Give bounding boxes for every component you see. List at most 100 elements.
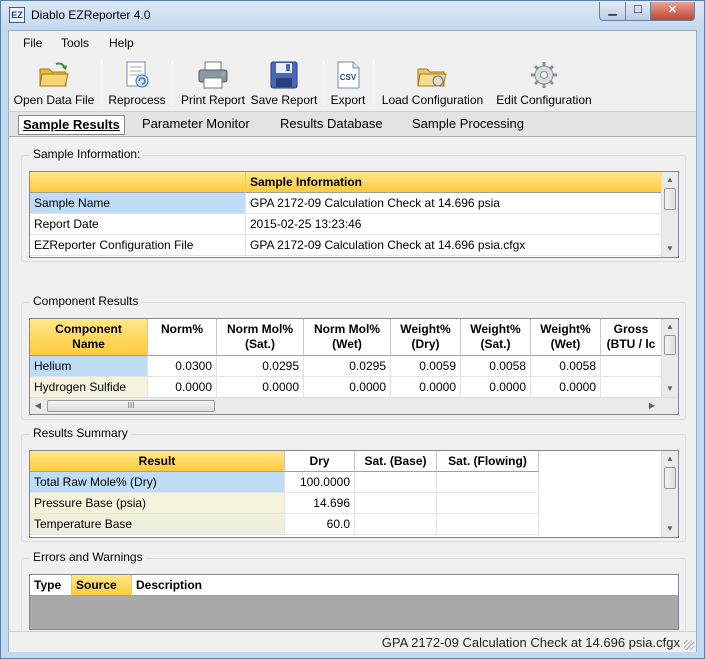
menu-tools[interactable]: Tools: [61, 36, 89, 50]
table-cell[interactable]: [355, 472, 437, 493]
menu-file[interactable]: File: [23, 36, 42, 50]
export-button[interactable]: CSV Export: [327, 57, 369, 109]
scroll-down-arrow-icon[interactable]: ▼: [662, 381, 678, 397]
table-cell[interactable]: 0.0300: [148, 356, 217, 377]
load-configuration-button[interactable]: Load Configuration: [379, 57, 486, 109]
weight-sat-header[interactable]: Weight% (Sat.): [461, 319, 531, 356]
sample-information-title: Sample Information:: [30, 147, 144, 161]
table-cell[interactable]: 14.696: [285, 493, 355, 514]
report-date-value[interactable]: 2015-02-25 13:23:46: [246, 214, 662, 235]
title-bar[interactable]: EZ Diablo EZReporter 4.0 ▁ ☐ ✕: [1, 1, 704, 30]
tab-bar: Sample Results Parameter Monitor Results…: [9, 111, 696, 137]
table-cell[interactable]: [355, 514, 437, 535]
table-cell[interactable]: [355, 493, 437, 514]
errors-warnings-grid[interactable]: Type Source Description: [29, 574, 679, 630]
table-cell[interactable]: [601, 356, 662, 377]
scroll-up-arrow-icon[interactable]: ▲: [662, 319, 678, 335]
save-report-button[interactable]: Save Report: [250, 57, 318, 109]
print-report-button[interactable]: Print Report: [177, 57, 249, 109]
menu-help[interactable]: Help: [109, 36, 134, 50]
table-cell[interactable]: [437, 514, 539, 535]
row-label-report-date[interactable]: Report Date: [30, 214, 246, 235]
result-name-cell[interactable]: Pressure Base (psia): [30, 493, 285, 514]
sample-info-column-header[interactable]: Sample Information: [246, 172, 662, 193]
results-summary-vertical-scrollbar[interactable]: ▲ ▼: [661, 451, 678, 537]
description-column-header[interactable]: Description: [132, 575, 678, 596]
norm-percent-header[interactable]: Norm%: [148, 319, 217, 356]
result-name-cell[interactable]: Total Raw Mole% (Dry): [30, 472, 285, 493]
scroll-down-arrow-icon[interactable]: ▼: [662, 521, 678, 537]
tab-sample-processing[interactable]: Sample Processing: [408, 115, 528, 135]
export-label: Export: [330, 93, 366, 107]
table-cell[interactable]: 0.0000: [531, 377, 601, 398]
edit-configuration-button[interactable]: Edit Configuration: [492, 57, 596, 109]
errors-warnings-title: Errors and Warnings: [30, 550, 146, 564]
dry-column-header[interactable]: Dry: [285, 451, 355, 472]
result-column-header[interactable]: Result: [30, 451, 285, 472]
results-summary-grid[interactable]: Result Dry Sat. (Base) Sat. (Flowing) To…: [29, 450, 679, 538]
row-label-config-file[interactable]: EZReporter Configuration File: [30, 235, 246, 256]
component-results-vertical-scrollbar[interactable]: ▲ ▼: [661, 319, 678, 397]
table-cell[interactable]: [437, 472, 539, 493]
scroll-thumb[interactable]: [664, 188, 676, 210]
tab-results-database[interactable]: Results Database: [276, 115, 387, 135]
reprocess-button[interactable]: Reprocess: [106, 57, 168, 109]
scroll-thumb[interactable]: [664, 335, 676, 355]
reprocess-icon: [126, 61, 149, 88]
source-column-header[interactable]: Source: [72, 575, 132, 596]
config-file-value[interactable]: GPA 2172-09 Calculation Check at 14.696 …: [246, 235, 662, 256]
component-results-grid[interactable]: Component Name Norm% Norm Mol% (Sat.) Norm…: [29, 318, 679, 415]
scroll-down-arrow-icon[interactable]: ▼: [662, 241, 678, 257]
scroll-right-arrow-icon[interactable]: ▶: [644, 398, 660, 414]
sample-information-grid[interactable]: Sample Information Sample Name GPA 2172-…: [29, 171, 679, 258]
table-cell[interactable]: 0.0000: [217, 377, 304, 398]
maximize-button[interactable]: ☐: [625, 2, 651, 21]
scroll-thumb[interactable]: [664, 467, 676, 489]
gear-icon: [531, 62, 557, 88]
table-cell[interactable]: [437, 493, 539, 514]
header-line: Norm Mol%: [227, 322, 293, 336]
scroll-up-arrow-icon[interactable]: ▲: [662, 451, 678, 467]
table-cell[interactable]: 0.0000: [391, 377, 461, 398]
table-cell[interactable]: 0.0000: [148, 377, 217, 398]
component-name-cell[interactable]: Hydrogen Sulfide: [30, 377, 148, 398]
table-cell[interactable]: 100.0000: [285, 472, 355, 493]
tab-sample-results[interactable]: Sample Results: [18, 115, 125, 135]
sat-base-column-header[interactable]: Sat. (Base): [355, 451, 437, 472]
weight-wet-header[interactable]: Weight% (Wet): [531, 319, 601, 356]
component-name-header[interactable]: Component Name: [30, 319, 148, 356]
norm-mol-sat-header[interactable]: Norm Mol% (Sat.): [217, 319, 304, 356]
sample-name-value[interactable]: GPA 2172-09 Calculation Check at 14.696 …: [246, 193, 662, 214]
table-cell[interactable]: 0.0000: [461, 377, 531, 398]
resize-grip-icon[interactable]: [684, 640, 694, 650]
scroll-up-arrow-icon[interactable]: ▲: [662, 172, 678, 188]
type-column-header[interactable]: Type: [30, 575, 72, 596]
status-config-file: GPA 2172-09 Calculation Check at 14.696 …: [381, 635, 680, 650]
horizontal-scroll-thumb[interactable]: III: [47, 400, 215, 412]
open-data-file-button[interactable]: Open Data File: [12, 57, 96, 109]
header-line: Norm%: [160, 322, 203, 336]
table-cell[interactable]: 0.0058: [531, 356, 601, 377]
table-cell[interactable]: 0.0058: [461, 356, 531, 377]
component-results-horizontal-scrollbar[interactable]: ◀ III ▶: [30, 397, 678, 414]
table-cell[interactable]: 60.0: [285, 514, 355, 535]
open-folder-icon: [39, 62, 69, 87]
table-cell[interactable]: [601, 377, 662, 398]
sat-flowing-column-header[interactable]: Sat. (Flowing): [437, 451, 539, 472]
sample-info-vertical-scrollbar[interactable]: ▲ ▼: [661, 172, 678, 257]
gross-header[interactable]: Gross (BTU / lc: [601, 319, 662, 356]
header-line: Gross: [613, 322, 649, 336]
minimize-button[interactable]: ▁: [599, 2, 626, 21]
tab-parameter-monitor[interactable]: Parameter Monitor: [138, 115, 254, 135]
norm-mol-wet-header[interactable]: Norm Mol% (Wet): [304, 319, 391, 356]
table-cell[interactable]: 0.0295: [304, 356, 391, 377]
table-cell[interactable]: 0.0000: [304, 377, 391, 398]
table-cell[interactable]: 0.0295: [217, 356, 304, 377]
component-name-cell[interactable]: Helium: [30, 356, 148, 377]
result-name-cell[interactable]: Temperature Base: [30, 514, 285, 535]
weight-dry-header[interactable]: Weight% (Dry): [391, 319, 461, 356]
row-label-sample-name[interactable]: Sample Name: [30, 193, 246, 214]
scroll-left-arrow-icon[interactable]: ◀: [30, 398, 46, 414]
table-cell[interactable]: 0.0059: [391, 356, 461, 377]
close-button[interactable]: ✕: [650, 2, 695, 21]
